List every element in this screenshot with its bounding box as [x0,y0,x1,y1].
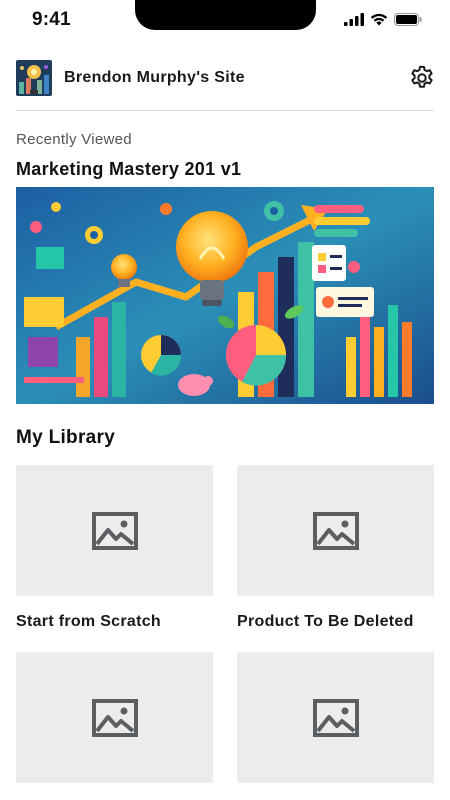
library-card[interactable] [16,652,213,800]
header-divider [16,110,434,111]
wifi-icon [370,13,388,26]
recent-course-title[interactable]: Marketing Mastery 201 v1 [16,159,241,180]
site-header: Brendon Murphy's Site [16,58,434,98]
recent-course-image[interactable] [16,187,434,404]
image-placeholder-icon [312,511,359,550]
status-time: 9:41 [32,9,71,30]
site-title: Brendon Murphy's Site [64,69,245,86]
library-card-label[interactable]: Product To Be Deleted [237,613,434,631]
library-card-thumbnail[interactable] [16,465,213,596]
device-notch [135,0,316,30]
status-icons [344,13,422,26]
library-card[interactable] [237,652,434,800]
gear-icon [411,65,433,88]
library-card-thumbnail[interactable] [237,652,434,783]
site-avatar[interactable] [16,60,52,96]
image-placeholder-icon [91,698,138,737]
image-placeholder-icon [312,698,359,737]
battery-icon [394,13,422,26]
library-card[interactable]: Product To Be Deleted [237,465,434,631]
status-bar: 9:41 [0,0,450,44]
my-library-title: My Library [16,427,116,448]
library-card[interactable]: Start from Scratch [16,465,213,631]
library-card-thumbnail[interactable] [237,465,434,596]
signal-icon [344,13,364,26]
image-placeholder-icon [91,511,138,550]
recently-viewed-label: Recently Viewed [16,131,132,148]
library-card-label[interactable]: Start from Scratch [16,613,213,631]
settings-button[interactable] [406,62,438,94]
library-card-thumbnail[interactable] [16,652,213,783]
